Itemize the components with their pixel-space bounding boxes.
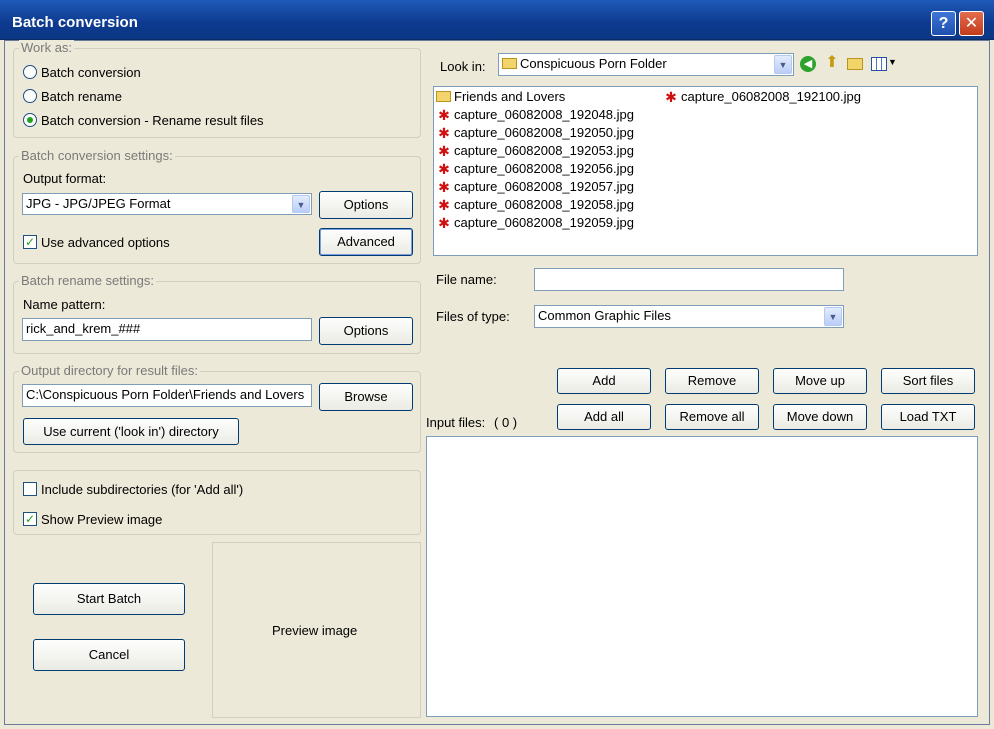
preview-image-area: Preview image [212, 542, 421, 718]
output-directory-input[interactable]: C:\Conspicuous Porn Folder\Friends and L… [22, 384, 312, 407]
radio-batch-rename[interactable] [23, 89, 37, 103]
chevron-down-icon[interactable]: ▼ [824, 307, 842, 326]
radio-conversion-rename[interactable] [23, 113, 37, 127]
list-item[interactable]: ✱ capture_06082008_192059.jpg [436, 215, 634, 230]
output-format-label: Output format: [23, 171, 107, 186]
batch-conversion-window: Batch conversion ? ✕ Work as: Batch conv… [0, 0, 994, 729]
list-item[interactable]: ✱ capture_06082008_192100.jpg [663, 89, 861, 104]
look-in-value: Conspicuous Porn Folder [520, 56, 667, 71]
rename-settings-legend: Batch rename settings: [19, 273, 156, 288]
back-icon[interactable]: ◀ [800, 56, 816, 72]
sort-files-button[interactable]: Sort files [881, 368, 975, 394]
use-advanced-checkbox[interactable]: ✓ [23, 235, 37, 249]
list-item[interactable]: ✱ capture_06082008_192058.jpg [436, 197, 634, 212]
chevron-down-icon[interactable]: ▼ [888, 57, 897, 67]
include-subdirectories-label[interactable]: Include subdirectories (for 'Add all') [41, 482, 243, 497]
radio-batch-conversion-label[interactable]: Batch conversion [41, 65, 141, 80]
input-files-label: Input files: [426, 415, 486, 430]
look-in-label: Look in: [440, 59, 486, 74]
radio-batch-rename-label[interactable]: Batch rename [41, 89, 122, 104]
rename-options-button[interactable]: Options [319, 317, 413, 345]
close-button[interactable]: ✕ [959, 11, 984, 36]
show-preview-checkbox[interactable]: ✓ [23, 512, 37, 526]
move-up-button[interactable]: Move up [773, 368, 867, 394]
list-item[interactable]: ✱ capture_06082008_192057.jpg [436, 179, 634, 194]
output-directory-legend: Output directory for result files: [19, 363, 201, 378]
files-of-type-label: Files of type: [436, 309, 510, 324]
image-file-icon: ✱ [438, 197, 450, 213]
image-file-icon: ✱ [438, 161, 450, 177]
load-txt-button[interactable]: Load TXT [881, 404, 975, 430]
image-file-icon: ✱ [438, 143, 450, 159]
file-name-label: File name: [436, 272, 497, 287]
conversion-settings-legend: Batch conversion settings: [19, 148, 175, 163]
output-format-value: JPG - JPG/JPEG Format [26, 196, 171, 211]
name-pattern-input[interactable]: rick_and_krem_### [22, 318, 312, 341]
radio-conversion-rename-label[interactable]: Batch conversion - Rename result files [41, 113, 264, 128]
move-down-button[interactable]: Move down [773, 404, 867, 430]
input-files-list[interactable] [426, 436, 978, 717]
files-of-type-value: Common Graphic Files [538, 308, 671, 323]
file-name-input[interactable] [534, 268, 844, 291]
list-item[interactable]: ✱ capture_06082008_192050.jpg [436, 125, 634, 140]
advanced-button[interactable]: Advanced [319, 228, 413, 256]
help-button[interactable]: ? [931, 11, 956, 36]
work-as-legend: Work as: [19, 40, 75, 55]
name-pattern-label: Name pattern: [23, 297, 106, 312]
new-folder-icon[interactable] [847, 58, 863, 70]
show-preview-label[interactable]: Show Preview image [41, 512, 162, 527]
add-button[interactable]: Add [557, 368, 651, 394]
window-title: Batch conversion [12, 14, 138, 31]
chevron-down-icon[interactable]: ▼ [292, 195, 310, 213]
add-all-button[interactable]: Add all [557, 404, 651, 430]
chevron-down-icon[interactable]: ▼ [774, 55, 792, 74]
include-subdirectories-checkbox[interactable] [23, 482, 37, 496]
output-format-select[interactable]: JPG - JPG/JPEG Format ▼ [22, 193, 312, 215]
folder-icon [436, 91, 451, 102]
folder-icon [502, 58, 517, 69]
remove-button[interactable]: Remove [665, 368, 759, 394]
image-file-icon: ✱ [438, 125, 450, 141]
input-files-count: ( 0 ) [494, 415, 518, 430]
title-bar[interactable]: Batch conversion ? ✕ [0, 0, 994, 40]
use-advanced-label[interactable]: Use advanced options [41, 235, 170, 250]
browse-button[interactable]: Browse [319, 383, 413, 411]
view-menu-icon[interactable] [871, 57, 887, 71]
list-item[interactable]: ✱ capture_06082008_192056.jpg [436, 161, 634, 176]
up-folder-icon[interactable]: ⬆ [824, 54, 840, 72]
list-item[interactable]: Friends and Lovers [436, 89, 565, 104]
files-of-type-select[interactable]: Common Graphic Files ▼ [534, 305, 844, 328]
list-item[interactable]: ✱ capture_06082008_192053.jpg [436, 143, 634, 158]
list-item[interactable]: ✱ capture_06082008_192048.jpg [436, 107, 634, 122]
image-file-icon: ✱ [438, 179, 450, 195]
preview-image-label: Preview image [272, 623, 358, 638]
look-in-select[interactable]: Conspicuous Porn Folder ▼ [498, 53, 794, 76]
use-current-directory-button[interactable]: Use current ('look in') directory [23, 418, 239, 445]
format-options-button[interactable]: Options [319, 191, 413, 219]
image-file-icon: ✱ [665, 89, 677, 105]
image-file-icon: ✱ [438, 107, 450, 123]
cancel-button[interactable]: Cancel [33, 639, 185, 671]
radio-batch-conversion[interactable] [23, 65, 37, 79]
start-batch-button[interactable]: Start Batch [33, 583, 185, 615]
remove-all-button[interactable]: Remove all [665, 404, 759, 430]
image-file-icon: ✱ [438, 215, 450, 231]
